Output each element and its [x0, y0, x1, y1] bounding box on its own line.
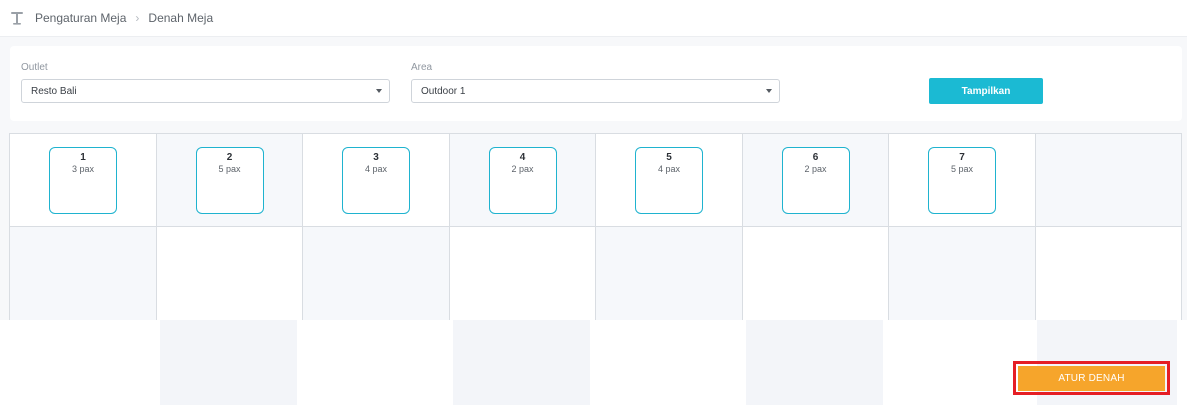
grid-cell[interactable]: 5 4 pax [596, 134, 743, 227]
table-number: 4 [519, 152, 526, 163]
lower-stripe [746, 320, 883, 405]
grid-cell[interactable] [10, 227, 157, 321]
caret-down-icon [376, 89, 382, 93]
grid-cell[interactable] [1035, 134, 1182, 227]
lower-stripe [160, 320, 297, 405]
outlet-label: Outlet [21, 62, 48, 73]
outlet-select[interactable]: Resto Bali [21, 79, 390, 103]
table-number: 3 [373, 152, 379, 163]
table-card[interactable]: 4 2 pax [488, 147, 557, 214]
table-pax: 4 pax [364, 164, 388, 174]
table-pax: 5 pax [950, 164, 974, 174]
grid-cell[interactable]: 6 2 pax [742, 134, 889, 227]
grid-cell[interactable] [596, 227, 743, 321]
table-card[interactable]: 6 2 pax [781, 147, 850, 214]
grid-cell[interactable] [156, 227, 303, 321]
table-pax: 2 pax [511, 164, 534, 174]
area-select-value: Outdoor 1 [421, 85, 466, 97]
filter-panel: Outlet Resto Bali Area Outdoor 1 Tampilk… [10, 46, 1182, 121]
table-number: 7 [959, 152, 965, 163]
grid-cell[interactable]: 1 3 pax [10, 134, 157, 227]
grid-cell[interactable] [449, 227, 596, 321]
grid-cell[interactable] [303, 227, 450, 321]
grid-cell[interactable] [889, 227, 1036, 321]
grid-cell[interactable]: 4 2 pax [449, 134, 596, 227]
table-card[interactable]: 2 5 pax [195, 147, 264, 214]
arrange-layout-button[interactable]: ATUR DENAH [1018, 366, 1165, 391]
table-number: 2 [226, 152, 233, 163]
table-pax: 3 pax [71, 164, 95, 174]
table-number: 1 [80, 152, 86, 163]
grid-cell[interactable] [1035, 227, 1182, 321]
outlet-select-value: Resto Bali [31, 85, 77, 97]
grid-cell[interactable]: 2 5 pax [156, 134, 303, 227]
table-card[interactable]: 3 4 pax [342, 147, 410, 214]
table-number: 5 [666, 152, 672, 163]
table-pax: 2 pax [804, 164, 827, 174]
lower-stripe [453, 320, 590, 405]
grid-cell[interactable]: 3 4 pax [303, 134, 450, 227]
table-icon [10, 10, 24, 26]
floor-plan-grid: 1 3 pax 2 5 pax 3 4 pax 4 2 pax 5 4 pax … [9, 133, 1182, 321]
breadcrumb: Pengaturan Meja › Denah Meja [0, 0, 1187, 37]
table-card[interactable]: 1 3 pax [49, 147, 117, 214]
area-label: Area [411, 62, 433, 73]
breadcrumb-item-denah-meja: Denah Meja [148, 11, 214, 25]
table-card[interactable]: 5 4 pax [635, 147, 703, 214]
table-pax: 5 pax [218, 164, 241, 174]
grid-cell[interactable] [742, 227, 889, 321]
show-button[interactable]: Tampilkan [929, 78, 1043, 104]
area-select[interactable]: Outdoor 1 [411, 79, 780, 103]
caret-down-icon [766, 89, 772, 93]
table-card[interactable]: 7 5 pax [928, 147, 996, 214]
table-pax: 4 pax [657, 164, 681, 174]
grid-cell[interactable]: 7 5 pax [889, 134, 1036, 227]
table-number: 6 [812, 152, 819, 163]
breadcrumb-item-pengaturan-meja[interactable]: Pengaturan Meja [35, 11, 126, 25]
chevron-right-icon: › [135, 11, 140, 25]
